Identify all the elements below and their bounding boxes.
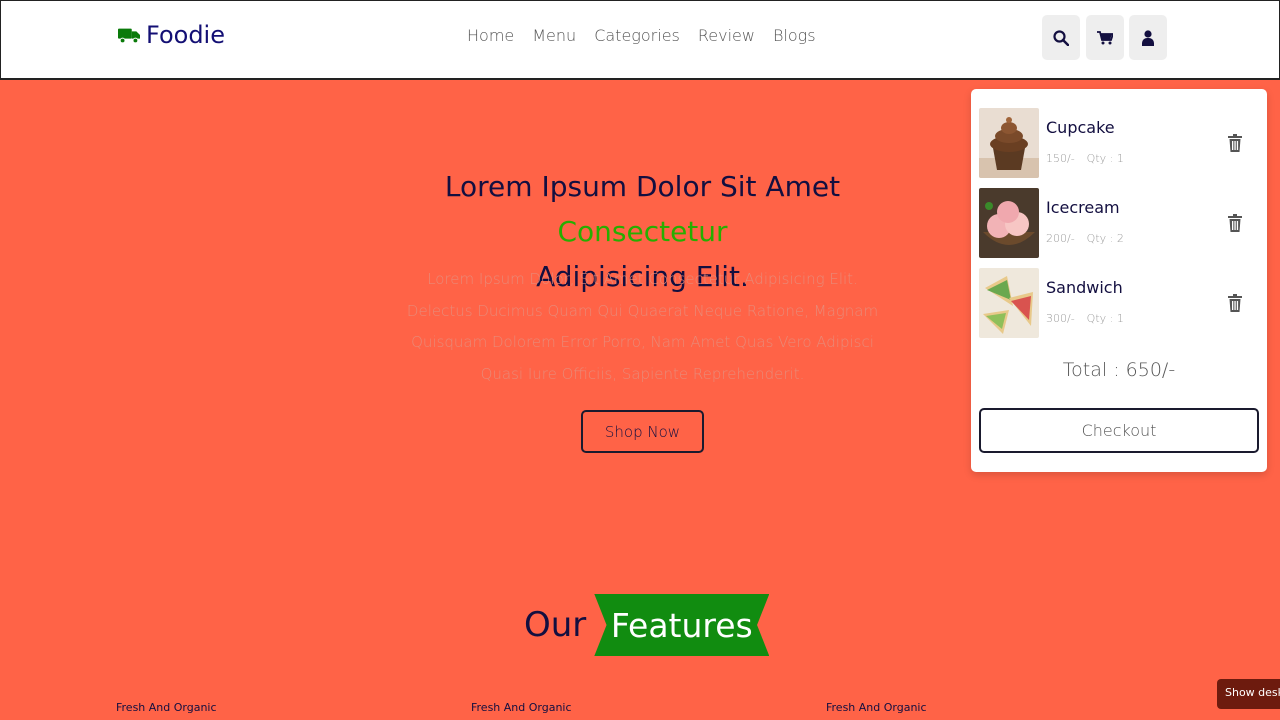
feature-label: Fresh And Organic	[826, 701, 927, 714]
cart-item-name: Cupcake	[1046, 118, 1115, 137]
feature-label: Fresh And Organic	[116, 701, 217, 714]
icecream-image	[979, 188, 1039, 258]
cart-item-qty: Qty : 1	[1086, 312, 1124, 325]
cart-item: Sandwich 300/- Qty : 1	[979, 268, 1259, 338]
cart-item: Icecream 200/- Qty : 2	[979, 188, 1259, 258]
nav-review[interactable]: Review	[698, 26, 755, 45]
hero-title-accent: Consectetur	[557, 215, 728, 248]
logo-text: Foodie	[146, 21, 225, 49]
nav-blogs[interactable]: Blogs	[773, 26, 816, 45]
main-nav: Home Menu Categories Review Blogs	[467, 26, 816, 45]
trash-icon[interactable]	[1227, 294, 1243, 312]
cart-item-qty: Qty : 2	[1086, 232, 1124, 245]
features-heading-plain: Our	[524, 605, 587, 645]
cart-item-meta: 300/- Qty : 1	[1046, 312, 1124, 325]
cupcake-image	[979, 108, 1039, 178]
nav-categories[interactable]: Categories	[594, 26, 680, 45]
feature-label: Fresh And Organic	[471, 701, 572, 714]
cart-item: Cupcake 150/- Qty : 1	[979, 108, 1259, 178]
sandwich-image	[979, 268, 1039, 338]
user-icon	[1142, 29, 1154, 46]
hero-title-main: Lorem Ipsum Dolor Sit Amet	[444, 170, 841, 203]
trash-icon[interactable]	[1227, 214, 1243, 232]
cart-item-price: 200/-	[1046, 232, 1075, 245]
cart-item-name: Icecream	[1046, 198, 1120, 217]
features-heading: Our Features	[524, 594, 770, 656]
show-desktop-toast[interactable]: Show desktop	[1217, 679, 1280, 709]
cart-item-qty: Qty : 1	[1086, 152, 1124, 165]
cart-item-name: Sandwich	[1046, 278, 1123, 297]
trash-icon[interactable]	[1227, 134, 1243, 152]
search-button[interactable]	[1042, 15, 1080, 60]
cart-total: Total : 650/-	[1062, 359, 1176, 381]
user-button[interactable]	[1129, 15, 1167, 60]
cart-item-meta: 150/- Qty : 1	[1046, 152, 1124, 165]
cart-item-meta: 200/- Qty : 2	[1046, 232, 1124, 245]
logo[interactable]: Foodie	[118, 21, 225, 49]
site-header: Foodie Home Menu Categories Review Blogs	[0, 0, 1280, 80]
cart-icon	[1097, 30, 1113, 44]
cart-button[interactable]	[1086, 15, 1124, 60]
checkout-button[interactable]: Checkout	[979, 408, 1259, 453]
hero-description: Lorem Ipsum Dolor, Sit Amet Consectetur …	[406, 270, 879, 383]
truck-icon	[118, 28, 140, 44]
search-icon	[1053, 29, 1069, 46]
nav-home[interactable]: Home	[467, 26, 514, 45]
features-heading-ribbon: Features	[594, 594, 770, 656]
cart-item-price: 300/-	[1046, 312, 1075, 325]
cart-item-price: 150/-	[1046, 152, 1075, 165]
cart-dropdown: Cupcake 150/- Qty : 1 Icecream 200/- Qty…	[971, 89, 1267, 472]
shop-now-button[interactable]: Shop Now	[581, 410, 704, 453]
nav-menu[interactable]: Menu	[532, 26, 576, 45]
